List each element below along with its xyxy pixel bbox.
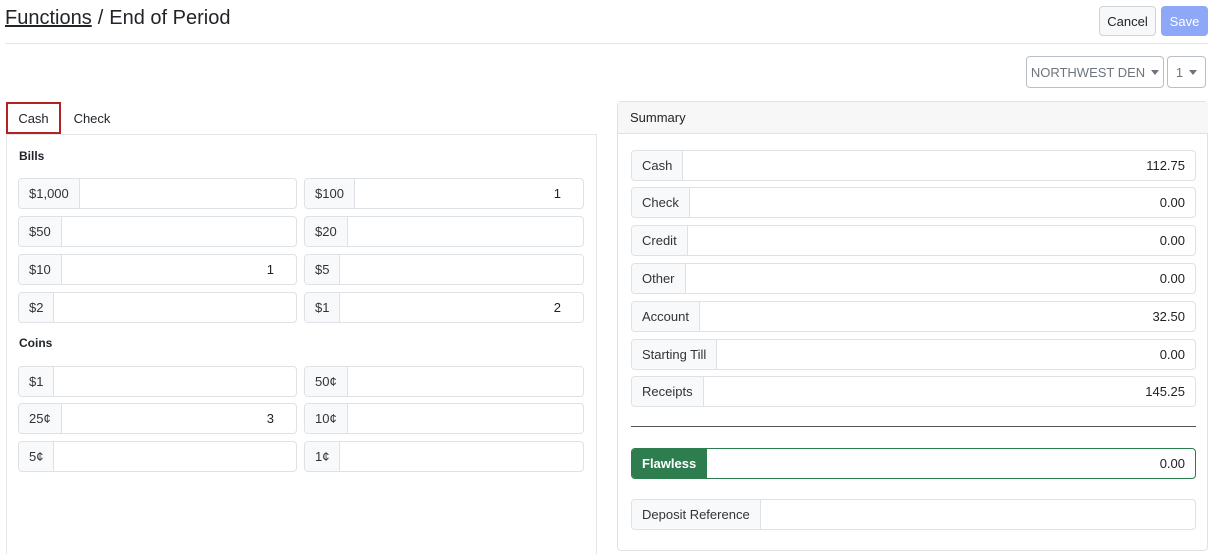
field-label: $1,000 <box>19 179 80 208</box>
period-number-select[interactable]: 1 <box>1167 56 1206 88</box>
bill-100-field[interactable]: $100 1 <box>304 178 584 209</box>
field-input[interactable] <box>340 442 583 471</box>
field-label: $10 <box>19 255 62 284</box>
coin-dollar-field[interactable]: $1 <box>18 366 297 397</box>
field-label: $50 <box>19 217 62 246</box>
period-number-value: 1 <box>1175 64 1184 80</box>
summary-label: Starting Till <box>632 340 718 369</box>
summary-value: 112.75 <box>1146 158 1185 173</box>
summary-row-cash: Cash 112.75 <box>631 150 1196 181</box>
summary-row-starting-till: Starting Till 0.00 <box>631 339 1196 370</box>
field-input[interactable] <box>54 367 296 396</box>
summary-heading: Summary <box>618 102 1208 134</box>
summary-label: Receipts <box>632 377 704 406</box>
save-button[interactable]: Save <box>1161 6 1208 36</box>
field-input[interactable] <box>54 293 296 322</box>
summary-label: Cash <box>632 151 684 180</box>
deposit-reference-input[interactable] <box>761 500 1195 529</box>
summary-value: 145.25 <box>1145 384 1185 399</box>
field-input[interactable] <box>54 442 296 471</box>
summary-label: Check <box>632 188 690 217</box>
branch-select[interactable]: NORTHWEST DEN <box>1026 56 1164 88</box>
field-input[interactable] <box>348 367 583 396</box>
summary-row-receipts: Receipts 145.25 <box>631 376 1196 407</box>
field-label: $1 <box>305 293 341 322</box>
summary-row-other: Other 0.00 <box>631 263 1196 294</box>
field-label: $5 <box>305 255 341 284</box>
bill-10-field[interactable]: $10 1 <box>18 254 297 285</box>
field-label: $1 <box>19 367 55 396</box>
bill-1-field[interactable]: $1 2 <box>304 292 584 323</box>
bills-heading: Bills <box>19 149 45 163</box>
field-input[interactable] <box>80 179 296 208</box>
field-input[interactable]: 2 <box>340 293 583 322</box>
summary-value: 0.00 <box>1159 195 1185 210</box>
coin-1-field[interactable]: 1¢ <box>304 441 584 472</box>
summary-value: 0.00 <box>1159 347 1185 362</box>
flawless-label: Flawless <box>632 449 708 478</box>
cancel-button[interactable]: Cancel <box>1099 6 1156 36</box>
coin-25-field[interactable]: 25¢ 3 <box>18 403 297 434</box>
field-input[interactable]: 1 <box>355 179 583 208</box>
field-input[interactable] <box>340 255 583 284</box>
page-title: Functions / End of Period <box>5 5 230 31</box>
summary-row-account: Account 32.50 <box>631 301 1196 332</box>
bill-1000-field[interactable]: $1,000 <box>18 178 297 209</box>
breadcrumb-separator: / <box>97 7 104 29</box>
deposit-reference-label: Deposit Reference <box>632 500 761 529</box>
field-label: 1¢ <box>305 442 341 471</box>
field-input[interactable]: 1 <box>62 255 296 284</box>
field-label: 25¢ <box>19 404 62 433</box>
field-label: $100 <box>305 179 355 208</box>
breadcrumb-functions-link[interactable]: Functions <box>5 7 92 29</box>
field-input[interactable] <box>62 217 296 246</box>
summary-divider <box>631 426 1196 427</box>
bill-20-field[interactable]: $20 <box>304 216 584 247</box>
flawless-value: 0.00 <box>1159 456 1185 471</box>
flawless-total-row: Flawless 0.00 <box>631 448 1196 479</box>
bill-50-field[interactable]: $50 <box>18 216 297 247</box>
summary-value: 0.00 <box>1159 271 1185 286</box>
page-title-text: End of Period <box>109 7 231 29</box>
header-divider <box>5 43 1208 44</box>
field-label: $20 <box>305 217 348 246</box>
deposit-reference-field[interactable]: Deposit Reference <box>631 499 1196 530</box>
summary-label: Credit <box>632 226 688 255</box>
summary-value: 0.00 <box>1159 233 1185 248</box>
branch-select-value: NORTHWEST DEN <box>1030 64 1146 80</box>
field-input[interactable]: 3 <box>62 404 296 433</box>
coin-5-field[interactable]: 5¢ <box>18 441 297 472</box>
tab-cash[interactable]: Cash <box>6 102 61 134</box>
bill-2-field[interactable]: $2 <box>18 292 297 323</box>
coin-50-field[interactable]: 50¢ <box>304 366 584 397</box>
field-input[interactable] <box>348 404 583 433</box>
coin-10-field[interactable]: 10¢ <box>304 403 584 434</box>
field-label: $2 <box>19 293 55 322</box>
chevron-down-icon <box>1189 69 1198 75</box>
summary-label: Other <box>632 264 686 293</box>
coins-heading: Coins <box>19 336 53 350</box>
field-label: 50¢ <box>305 367 348 396</box>
field-label: 5¢ <box>19 442 55 471</box>
summary-row-check: Check 0.00 <box>631 187 1196 218</box>
field-label: 10¢ <box>305 404 348 433</box>
summary-label: Account <box>632 302 700 331</box>
chevron-down-icon <box>1151 69 1160 75</box>
tab-check[interactable]: Check <box>63 102 121 134</box>
summary-row-credit: Credit 0.00 <box>631 225 1196 256</box>
bill-5-field[interactable]: $5 <box>304 254 584 285</box>
field-input[interactable] <box>348 217 583 246</box>
summary-value: 32.50 <box>1152 309 1185 324</box>
